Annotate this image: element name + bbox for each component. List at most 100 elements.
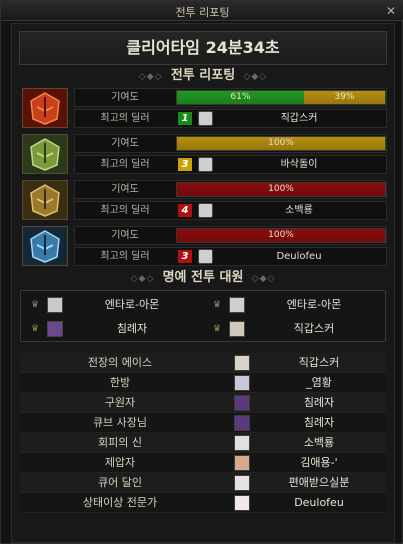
avatar [234, 435, 250, 451]
title-row[interactable]: 제압자 김애용-' [20, 453, 386, 473]
party-row: 기여도 100% 최고의 딜러 3 Deulofeu [20, 226, 388, 268]
rank-badge: 3 [178, 158, 192, 171]
title-name: 구원자 [104, 396, 136, 409]
contribution-row: 기여도 100% [74, 226, 387, 245]
party-row: 기여도 100% 최고의 딜러 4 소백룡 [20, 180, 388, 222]
contribution-bar-segment: 100% [177, 183, 385, 196]
avatar [47, 321, 63, 337]
player-name: 침례자 [303, 416, 335, 429]
top-dealer-label: 최고의 딜러 [100, 159, 150, 170]
top-dealer[interactable]: 4 소백룡 [176, 203, 386, 218]
section-honor-members: ◇◆◇ 명예 전투 대원 ◇◆◇ [130, 270, 276, 285]
avatar [47, 297, 63, 313]
rank-badge: 4 [178, 204, 192, 217]
contribution-label: 기여도 [111, 92, 139, 103]
avatar [234, 375, 250, 391]
title-name: 한방 [109, 376, 131, 389]
contribution-percent: 100% [268, 184, 294, 194]
contribution-row: 기여도 100% [74, 134, 387, 153]
contribution-percent: 39% [334, 92, 355, 102]
honor-members-box: ♛ 엔타로-아몬 ♛ 엔타로-아몬 ♛ 침례자 ♛ 직갑스커 [20, 290, 386, 342]
avatar [198, 111, 213, 126]
clear-time: 클리어타임 24분34초 [19, 31, 387, 65]
crown-icon: ♛ [213, 324, 222, 334]
section-honor-members-label: 명예 전투 대원 [162, 270, 244, 285]
top-dealer-label: 최고의 딜러 [100, 205, 150, 216]
player-name: 편애받으실분 [288, 476, 350, 489]
honor-member-name: 직갑스커 [293, 322, 335, 335]
avatar [198, 157, 213, 172]
title-row[interactable]: 한방 _염황 [20, 373, 386, 393]
title-list: 전장의 에이스 직갑스커 한방 _염황 구원자 침례자 큐브 사장님 침례자 회… [20, 353, 386, 513]
avatar [229, 297, 245, 313]
avatar [234, 355, 250, 371]
top-dealer-row: 최고의 딜러 3 바삭돌이 [74, 155, 387, 174]
contribution-bar-segment: 100% [177, 137, 385, 150]
contribution-label: 기여도 [111, 230, 139, 241]
title-bar[interactable]: 전투 리포팅 ✕ [1, 1, 403, 21]
honor-member[interactable]: ♛ 직갑스커 [207, 319, 383, 339]
green-helmet-icon [22, 134, 68, 174]
player-name: 침례자 [303, 396, 335, 409]
contribution-percent: 61% [230, 92, 251, 102]
dealer-name: 바삭돌이 [280, 159, 318, 170]
top-dealer-row: 최고의 딜러 4 소백룡 [74, 201, 387, 220]
contribution-bar-segment: 100% [177, 229, 385, 242]
honor-member[interactable]: ♛ 엔타로-아몬 [207, 295, 383, 315]
crown-icon: ♛ [31, 300, 40, 310]
contribution-percent: 100% [268, 230, 294, 240]
avatar [198, 203, 213, 218]
top-dealer[interactable]: 3 Deulofeu [176, 249, 386, 264]
honor-member-name: 엔타로-아몬 [286, 298, 342, 311]
top-dealer-label: 최고의 딜러 [100, 251, 150, 262]
title-name: 큐어 달인 [98, 476, 142, 489]
top-dealer[interactable]: 1 직갑스커 [176, 111, 386, 126]
avatar [234, 395, 250, 411]
avatar [234, 495, 250, 511]
top-dealer-row: 최고의 딜러 1 직갑스커 [74, 109, 387, 128]
top-dealer-row: 최고의 딜러 3 Deulofeu [74, 247, 387, 266]
player-name: Deulofeu [294, 496, 344, 509]
title-row[interactable]: 회피의 신 소백룡 [20, 433, 386, 453]
section-battle-report-label: 전투 리포팅 [170, 68, 236, 83]
title-row[interactable]: 큐브 사장님 침례자 [20, 413, 386, 433]
avatar [198, 249, 213, 264]
contribution-row: 기여도 100% [74, 180, 387, 199]
dealer-name: 직갑스커 [280, 113, 318, 124]
title-row[interactable]: 구원자 침례자 [20, 393, 386, 413]
title-name: 큐브 사장님 [92, 416, 148, 429]
honor-member[interactable]: ♛ 엔타로-아몬 [25, 295, 201, 315]
red-helmet-icon [22, 88, 68, 128]
top-dealer-label: 최고의 딜러 [100, 113, 150, 124]
player-name: 직갑스커 [298, 356, 340, 369]
crown-icon: ♛ [31, 324, 40, 334]
avatar [234, 475, 250, 491]
rank-badge: 3 [178, 250, 192, 263]
dealer-name: Deulofeu [276, 251, 322, 262]
title-name: 제압자 [104, 456, 136, 469]
battle-report-window: 전투 리포팅 ✕ 클리어타임 24분34초 ◇◆◇ 전투 리포팅 ◇◆◇ 기여도… [0, 0, 403, 544]
section-battle-report: ◇◆◇ 전투 리포팅 ◇◆◇ [138, 68, 268, 83]
title-row[interactable]: 전장의 에이스 직갑스커 [20, 353, 386, 373]
player-name: _염황 [306, 376, 332, 389]
contribution-bar: 100% [176, 228, 386, 243]
honor-member[interactable]: ♛ 침례자 [25, 319, 201, 339]
close-icon[interactable]: ✕ [384, 4, 398, 18]
contribution-bar-segment: 61% [177, 91, 304, 104]
crown-icon: ♛ [213, 300, 222, 310]
player-name: 김애용-' [300, 456, 338, 469]
top-dealer[interactable]: 3 바삭돌이 [176, 157, 386, 172]
title-row[interactable]: 큐어 달인 편애받으실분 [20, 473, 386, 493]
contribution-bar: 100% [176, 136, 386, 151]
player-name: 소백룡 [303, 436, 335, 449]
gold-helmet-icon [22, 180, 68, 220]
contribution-bar: 100% [176, 182, 386, 197]
title-name: 회피의 신 [98, 436, 142, 449]
party-row: 기여도 61% 39% 최고의 딜러 1 직갑스커 [20, 88, 388, 130]
contribution-bar-segment: 39% [303, 91, 385, 104]
contribution-label: 기여도 [111, 138, 139, 149]
contribution-row: 기여도 61% 39% [74, 88, 387, 107]
title-row[interactable]: 상태이상 전문가 Deulofeu [20, 493, 386, 513]
blue-helmet-icon [22, 226, 68, 266]
avatar [234, 415, 250, 431]
